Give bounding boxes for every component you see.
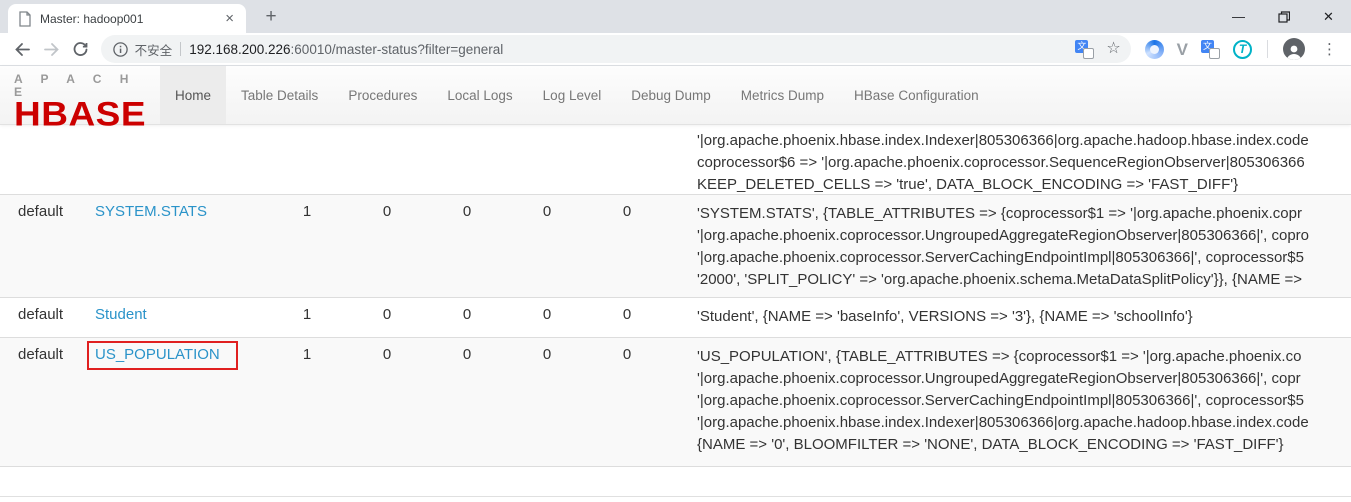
new-tab-button[interactable]: + [258,5,284,31]
url-host: 192.168.200.226 [189,42,290,57]
nav-home[interactable]: Home [160,66,226,124]
nav-metrics-dump[interactable]: Metrics Dump [726,66,839,124]
window-controls: — ✕ [1216,0,1351,33]
extension-swirl-icon[interactable] [1145,40,1164,59]
highlight-box: US_POPULATION [87,341,238,370]
table-name-cell: US_POPULATION [95,338,267,466]
profile-avatar[interactable] [1283,38,1305,60]
url-text[interactable]: 192.168.200.226:60010/master-status?filt… [189,42,1067,57]
namespace-cell: default [0,195,95,298]
description-cell: 'Student', {NAME => 'baseInfo', VERSIONS… [667,298,1351,337]
browser-tab[interactable]: Master: hadoop001 × [8,4,246,33]
namespace-cell [0,125,95,195]
table-link-system-stats[interactable]: SYSTEM.STATS [95,203,207,220]
table-row: default US_POPULATION 1 0 0 0 0 'US_POPU… [0,338,1351,467]
hbase-navbar: A P A C H E HBASE Home Table Details Pro… [0,66,1351,125]
nav-debug-dump[interactable]: Debug Dump [616,66,726,124]
nav-log-level[interactable]: Log Level [528,66,617,124]
table-row: default Student 1 0 0 0 0 'Student', {NA… [0,298,1351,338]
table-row: '|org.apache.phoenix.hbase.index.Indexer… [0,125,1351,195]
restore-button[interactable] [1261,0,1306,33]
bookmark-star-icon[interactable]: ☆ [1106,41,1120,57]
browser-toolbar: 不安全 192.168.200.226:60010/master-status?… [0,33,1351,66]
tab-close-icon[interactable]: × [221,10,238,27]
table-name-cell: SYSTEM.STATS [95,195,267,298]
back-icon[interactable] [8,35,37,63]
nav-table-details[interactable]: Table Details [226,66,333,124]
tab-title: Master: hadoop001 [40,12,221,26]
extensions-area: V 文 T ⋮ [1145,38,1343,60]
browser-menu-icon[interactable]: ⋮ [1322,42,1337,57]
description-cell: '|org.apache.phoenix.hbase.index.Indexer… [667,125,1351,195]
vue-devtools-icon[interactable]: V [1177,41,1188,58]
hbase-logo[interactable]: A P A C H E HBASE [0,66,160,124]
t-extension-icon[interactable]: T [1233,40,1252,59]
description-cell: 'US_POPULATION', {TABLE_ATTRIBUTES => {c… [667,338,1351,466]
close-window-button[interactable]: ✕ [1306,0,1351,33]
description-cell: 'SYSTEM.STATS', {TABLE_ATTRIBUTES => {co… [667,195,1351,298]
table-link-student[interactable]: Student [95,306,147,323]
security-label[interactable]: 不安全 [135,40,173,59]
tables-list: '|org.apache.phoenix.hbase.index.Indexer… [0,125,1351,467]
url-separator [180,42,181,56]
namespace-cell: default [0,338,95,466]
table-link-us-population[interactable]: US_POPULATION [95,346,220,363]
minimize-button[interactable]: — [1216,0,1261,33]
namespace-cell: default [0,298,95,337]
nav-local-logs[interactable]: Local Logs [432,66,527,124]
url-path: :60010/master-status?filter=general [291,42,504,57]
table-name-cell: Student [95,298,267,337]
nav-procedures[interactable]: Procedures [333,66,432,124]
toolbar-divider [1267,40,1268,58]
browser-titlebar: Master: hadoop001 × + — ✕ [0,0,1351,33]
translate-page-icon[interactable]: 文 [1075,40,1094,59]
table-row: default SYSTEM.STATS 1 0 0 0 0 'SYSTEM.S… [0,195,1351,298]
translate-extension-icon[interactable]: 文 [1201,40,1220,59]
hbase-nav-links: Home Table Details Procedures Local Logs… [160,66,994,124]
refresh-icon[interactable] [66,35,95,63]
url-bar[interactable]: 不安全 192.168.200.226:60010/master-status?… [101,35,1131,63]
section-divider [0,496,1351,497]
info-icon[interactable] [113,42,128,57]
page-icon [18,11,32,27]
nav-hbase-configuration[interactable]: HBase Configuration [839,66,994,124]
table-name-cell [95,125,267,195]
forward-icon[interactable] [37,35,66,63]
